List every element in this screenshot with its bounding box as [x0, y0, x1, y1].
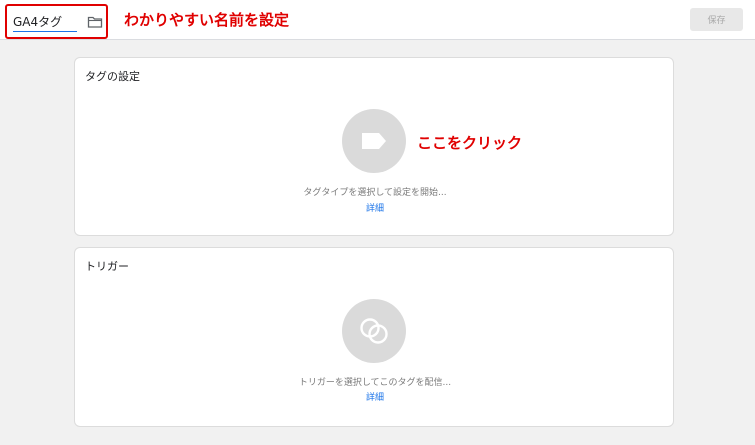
save-button[interactable]: 保存 — [690, 8, 743, 31]
trigger-icon — [360, 318, 388, 344]
trigger-select-button[interactable] — [342, 299, 406, 363]
tag-icon — [362, 133, 386, 149]
tag-type-hint: タグタイプを選択して設定を開始... — [303, 188, 447, 198]
trigger-title: トリガー — [85, 260, 129, 273]
annotation-click-hint: ここをクリック — [417, 134, 523, 152]
tag-configuration-card[interactable]: タグの設定 ここをクリック タグタイプを選択して設定を開始... 詳細 — [74, 57, 674, 236]
trigger-detail-link[interactable]: 詳細 — [75, 390, 675, 403]
trigger-hint: トリガーを選択してこのタグを配信... — [298, 378, 452, 388]
folder-icon[interactable] — [87, 14, 103, 28]
trigger-card[interactable]: トリガー トリガーを選択してこのタグを配信... 詳細 — [74, 247, 674, 427]
tag-configuration-title: タグの設定 — [85, 70, 140, 83]
tag-name-input[interactable] — [13, 12, 77, 32]
tag-name-box — [5, 4, 108, 39]
top-bar: わかりやすい名前を設定 保存 — [0, 0, 755, 40]
annotation-name-hint: わかりやすい名前を設定 — [124, 11, 290, 29]
tag-type-select-button[interactable] — [342, 109, 406, 173]
tag-detail-link[interactable]: 詳細 — [75, 201, 675, 214]
